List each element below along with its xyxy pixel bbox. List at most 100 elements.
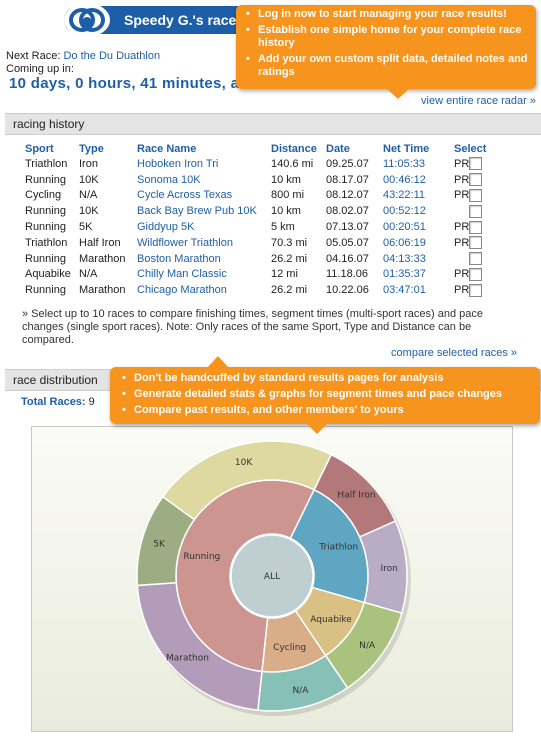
table-cell: 09.25.07 xyxy=(326,156,383,172)
column-header[interactable]: Distance xyxy=(271,142,326,156)
table-row: Running Marathon Boston Marathon 26.2 mi 04.… xyxy=(25,251,493,267)
race-name-link[interactable]: Wildflower Triathlon xyxy=(137,237,233,249)
tooltip-arrow xyxy=(386,88,410,99)
compare-selected-races-link[interactable]: compare selected races » xyxy=(391,347,517,359)
next-race-link[interactable]: Do the Du Duathlon xyxy=(63,50,160,62)
table-cell: PR xyxy=(446,188,469,204)
type-cell: Marathon xyxy=(79,284,126,297)
outer-segment-label: Half Iron xyxy=(337,490,375,500)
table-cell xyxy=(446,203,469,219)
net-time-link[interactable]: 01:35:37 xyxy=(383,268,426,280)
login-promo-tooltip: Log in now to start managing your race r… xyxy=(236,5,536,99)
net-time-link[interactable]: 43:22:11 xyxy=(383,189,425,201)
select-race-checkbox[interactable] xyxy=(469,283,483,297)
distance-cell: 12 mi xyxy=(271,268,298,281)
sport-cell: Running xyxy=(25,284,66,297)
table-cell: Running xyxy=(25,203,79,219)
table-cell xyxy=(469,156,493,172)
table-cell: PR xyxy=(446,172,469,188)
date-cell: 08.12.07 xyxy=(326,189,369,202)
table-cell xyxy=(469,219,493,235)
race-name-link[interactable]: Hoboken Iron Tri xyxy=(137,158,218,170)
table-row: Running 10K Back Bay Brew Pub 10K 10 km 08.0… xyxy=(25,203,493,219)
table-cell xyxy=(469,282,493,298)
sport-cell: Running xyxy=(25,205,66,218)
distance-cell: 140.6 mi xyxy=(271,157,314,170)
net-time-link[interactable]: 00:46:12 xyxy=(383,174,426,186)
center-label: ALL xyxy=(264,572,280,582)
table-cell: 08.17.07 xyxy=(326,172,383,188)
tooltip-arrow xyxy=(306,423,328,434)
table-cell: Running xyxy=(25,219,79,235)
race-name-link[interactable]: Cycle Across Texas xyxy=(137,189,232,201)
table-row: Aquabike N/A Chilly Man Classic 12 mi 11.18.… xyxy=(25,267,493,283)
tri-rings-logo-icon xyxy=(64,3,110,37)
column-header[interactable]: Net Time xyxy=(383,142,446,156)
sport-cell: Running xyxy=(25,221,66,234)
table-cell: Triathlon xyxy=(25,235,79,251)
table-cell: 800 mi xyxy=(271,188,326,204)
type-cell: 10K xyxy=(79,205,99,218)
promo-item: Establish one simple home for your compl… xyxy=(246,24,536,50)
distance-cell: 10 km xyxy=(271,205,301,218)
race-history-table: Sport Type Race Name Distance Date Net T… xyxy=(25,142,493,298)
select-race-checkbox[interactable] xyxy=(469,157,483,171)
race-name-link[interactable]: Giddyup 5K xyxy=(137,221,194,233)
table-cell: Chilly Man Classic xyxy=(137,267,271,283)
select-race-checkbox[interactable] xyxy=(469,252,483,266)
pr-badge: PR xyxy=(454,268,470,281)
outer-segment-label: 5K xyxy=(153,540,166,550)
race-name-link[interactable]: Chicago Marathon xyxy=(137,284,227,296)
net-time-link[interactable]: 03:47:01 xyxy=(383,284,426,296)
table-cell: 43:22:11 xyxy=(383,188,446,204)
total-races-value: 9 xyxy=(88,396,95,408)
race-radar-link[interactable]: view entire race radar » xyxy=(421,95,536,107)
select-race-checkbox[interactable] xyxy=(469,267,483,281)
select-race-checkbox[interactable] xyxy=(469,188,483,202)
date-cell: 11.18.06 xyxy=(326,268,369,281)
type-cell: Marathon xyxy=(79,252,126,265)
net-time-link[interactable]: 06:06:19 xyxy=(383,237,426,249)
select-race-checkbox[interactable] xyxy=(469,204,483,218)
inner-segment-label: Aquabike xyxy=(310,615,352,625)
table-cell: Running xyxy=(25,282,79,298)
table-cell: Running xyxy=(25,172,79,188)
race-name-link[interactable]: Chilly Man Classic xyxy=(137,268,227,280)
analysis-promo-tooltip: Don't be handcuffed by standard results … xyxy=(110,356,540,434)
next-race-label: Next Race: xyxy=(6,50,61,62)
column-header[interactable]: Race Name xyxy=(137,142,271,156)
select-race-checkbox[interactable] xyxy=(469,220,483,234)
type-cell: Half Iron xyxy=(79,236,121,249)
race-name-link[interactable]: Boston Marathon xyxy=(137,253,221,265)
table-cell: N/A xyxy=(79,188,137,204)
table-cell: 10K xyxy=(79,172,137,188)
net-time-link[interactable]: 04:13:33 xyxy=(383,253,426,265)
race-name-link[interactable]: Back Bay Brew Pub 10K xyxy=(137,205,257,217)
net-time-link[interactable]: 00:52:12 xyxy=(383,205,426,217)
select-race-checkbox[interactable] xyxy=(469,173,483,187)
table-cell: 11.18.06 xyxy=(326,267,383,283)
race-name-link[interactable]: Sonoma 10K xyxy=(137,174,201,186)
inner-segment-label: Triathlon xyxy=(318,542,358,552)
net-time-link[interactable]: 11:05:33 xyxy=(383,158,425,170)
table-cell: Half Iron xyxy=(79,235,137,251)
table-cell: 06:06:19 xyxy=(383,235,446,251)
pr-badge: PR xyxy=(454,189,470,202)
table-cell xyxy=(469,251,493,267)
column-header[interactable]: Type xyxy=(79,142,137,156)
column-header[interactable]: Sport xyxy=(25,142,79,156)
promo-item: Add your own custom split data, detailed… xyxy=(246,53,536,79)
select-race-checkbox[interactable] xyxy=(469,236,483,250)
table-cell: Cycle Across Texas xyxy=(137,188,271,204)
tooltip-arrow xyxy=(207,356,229,368)
table-row: Triathlon Half Iron Wildflower Triathlon 70… xyxy=(25,235,493,251)
sport-cell: Running xyxy=(25,252,66,265)
table-cell: 11:05:33 xyxy=(383,156,446,172)
table-cell: PR xyxy=(446,219,469,235)
section-title: race distribution xyxy=(13,373,98,387)
type-cell: N/A xyxy=(79,268,98,281)
net-time-link[interactable]: 00:20:51 xyxy=(383,221,426,233)
date-cell: 08.17.07 xyxy=(326,173,369,186)
column-header[interactable]: Date xyxy=(326,142,383,156)
table-cell: Sonoma 10K xyxy=(137,172,271,188)
